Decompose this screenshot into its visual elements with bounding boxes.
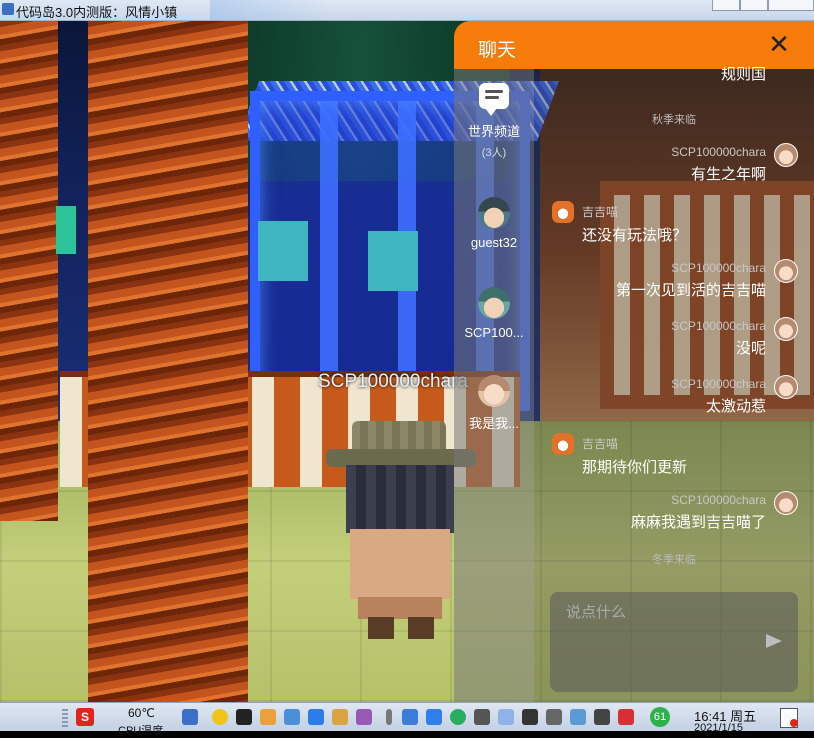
message-sender: 吉吉喵 (582, 205, 619, 219)
taskbar: S 60℃ CPU温度 61 16:41 周五 2021/1/15 (0, 702, 814, 737)
message-sender: 吉吉喵 (582, 437, 619, 451)
tray-app-icon[interactable] (402, 709, 418, 725)
close-icon[interactable]: ✕ (766, 29, 792, 59)
message-item: 吉吉喵 还没有玩法哦？ (534, 201, 814, 245)
notification-badge (790, 719, 798, 727)
chat-title: 聊天 (478, 40, 517, 61)
avatar (478, 287, 510, 319)
message-text: 第一次见到活的吉吉喵 (615, 282, 766, 299)
tray-app-icon[interactable] (570, 709, 586, 725)
avatar (552, 201, 574, 223)
tray-app-icon[interactable] (356, 709, 372, 725)
window-title-bar: 代码岛3.0内测版：风情小镇 (0, 0, 814, 21)
player-hair (346, 465, 454, 533)
send-icon[interactable] (766, 634, 782, 648)
scene-pillar (0, 21, 58, 521)
tray-app-icon[interactable] (546, 709, 562, 725)
channel-name: guest32 (470, 235, 518, 250)
player-shorts (358, 597, 442, 619)
tray-plus-icon[interactable] (450, 709, 466, 725)
chat-panel: 聊天 ✕ 世界频道 (3人) guest32 SCP100... 我是我... (454, 21, 814, 702)
player-leg (368, 617, 394, 639)
battery-badge[interactable]: 61 (650, 707, 670, 727)
channel-name: 世界频道 (467, 124, 520, 139)
tray-app-icon[interactable] (498, 709, 514, 725)
channel-scp[interactable]: SCP100... (454, 287, 534, 340)
volume-icon[interactable] (474, 709, 490, 725)
message-sender: SCP100000chara (671, 377, 766, 391)
channel-name: SCP100... (464, 325, 524, 340)
chat-header: 聊天 ✕ (454, 21, 814, 69)
player-character[interactable] (326, 421, 476, 651)
message-text: 规则国 (720, 66, 766, 83)
message-text: 太激动惹 (705, 398, 766, 415)
message-item: SCP100000chara 太激动惹 (534, 375, 814, 416)
avatar (774, 143, 798, 167)
message-sender: SCP100000chara (671, 261, 766, 275)
clock-date[interactable]: 2021/1/15 (694, 722, 743, 734)
message-text: 没呢 (735, 340, 766, 357)
window-title: 代码岛3.0内测版：风情小镇 (16, 5, 178, 20)
message-text: 有生之年啊 (690, 166, 766, 183)
season-notice: 秋季来临 (652, 114, 696, 126)
thermometer-icon[interactable] (386, 709, 392, 725)
avatar (774, 259, 798, 283)
message-sender: SCP100000chara (671, 319, 766, 333)
cpu-temp-label: CPU温度 (118, 725, 164, 737)
message-item: SCP100000chara 第一次见到活的吉吉喵 (534, 259, 814, 300)
tray-app-icon[interactable] (594, 709, 610, 725)
app-icon (2, 3, 14, 15)
message-item: SCP100000chara 没呢 (534, 317, 814, 358)
season-notice: 冬季来临 (652, 554, 696, 566)
tray-app-icon[interactable] (618, 709, 634, 725)
message-item: SCP100000chara 有生之年啊 (534, 143, 814, 184)
avatar (552, 433, 574, 455)
channel-world[interactable]: 世界频道 (3人) (454, 83, 534, 160)
maximize-button[interactable] (740, 0, 768, 11)
network-icon[interactable] (522, 709, 538, 725)
player-shirt (350, 529, 450, 599)
message-item: 吉吉喵 那期待你们更新 (534, 433, 814, 477)
avatar (478, 197, 510, 229)
scene-tree (368, 231, 418, 291)
avatar (774, 317, 798, 341)
player-name-label: SCP100000chara (318, 371, 468, 392)
avatar (774, 375, 798, 399)
message-sender: SCP100000chara (671, 493, 766, 507)
close-window-button[interactable] (768, 0, 814, 11)
scene-block (56, 206, 76, 254)
channel-name: 我是我... (469, 416, 519, 431)
scene-tree (258, 221, 308, 281)
channel-guest32[interactable]: guest32 (454, 197, 534, 250)
message-item: SCP100000chara 麻麻我遇到吉吉喵了 (534, 491, 814, 532)
tray-app-icon[interactable] (284, 709, 300, 725)
avatar (774, 491, 798, 515)
tray-chat-icon[interactable] (212, 709, 228, 725)
player-leg (408, 617, 434, 639)
tray-app-icon[interactable] (308, 709, 324, 725)
browser-tab-ghost (210, 0, 330, 20)
tray-app-icon[interactable] (236, 709, 252, 725)
channel-sidebar: 世界频道 (3人) guest32 SCP100... 我是我... (454, 69, 534, 702)
channel-me[interactable]: 我是我... (454, 375, 534, 432)
message-text: 还没有玩法哦？ (582, 227, 688, 244)
minimize-button[interactable] (712, 0, 740, 11)
avatar (478, 375, 510, 407)
sogou-input-icon[interactable]: S (76, 708, 94, 726)
message-text: 麻麻我遇到吉吉喵了 (630, 514, 766, 531)
channel-count: (3人) (481, 147, 507, 159)
message-composer (550, 592, 798, 692)
tray-folder-icon[interactable] (260, 709, 276, 725)
tray-shield-icon[interactable] (426, 709, 442, 725)
taskbar-grip[interactable] (62, 707, 68, 727)
message-text: 那期待你们更新 (582, 459, 688, 476)
message-sender: SCP100000chara (671, 145, 766, 159)
tray-app-icon[interactable] (332, 709, 348, 725)
chat-bubble-icon (477, 83, 511, 116)
scene-pillar (88, 21, 248, 702)
cpu-temp: 60℃ (128, 706, 155, 720)
message-input[interactable] (550, 592, 782, 632)
tray-app-icon[interactable] (182, 709, 198, 725)
